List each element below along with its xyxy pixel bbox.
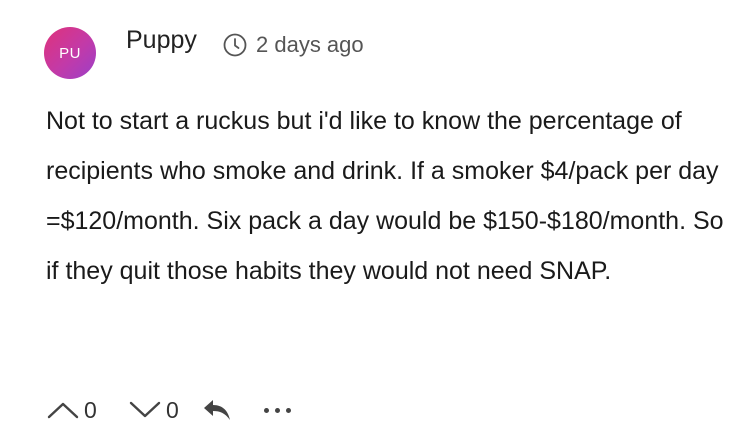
clock-icon	[222, 32, 248, 58]
downvote-button[interactable]: 0	[116, 397, 202, 424]
timestamp-text: 2 days ago	[256, 32, 364, 57]
username[interactable]: Puppy	[126, 22, 197, 58]
upvote-count: 0	[84, 396, 97, 423]
upvote-button[interactable]: 0	[46, 397, 116, 424]
more-options-button[interactable]	[264, 392, 291, 428]
comment-actions: 0 0	[46, 392, 291, 428]
comment-body: Not to start a ruckus but i'd like to kn…	[46, 107, 724, 285]
timestamp: 2 days ago	[222, 28, 364, 62]
avatar-initials: PU	[59, 44, 81, 62]
avatar[interactable]: PU	[44, 27, 96, 79]
downvote-count: 0	[166, 396, 179, 423]
reply-button[interactable]	[202, 398, 258, 422]
more-horizontal-icon	[264, 407, 291, 413]
reply-arrow-icon	[204, 400, 230, 420]
chevron-down-icon	[129, 401, 161, 418]
chevron-up-icon	[47, 402, 79, 419]
comment-card: PU Puppy 2 days ago Not to start a rucku…	[0, 0, 750, 443]
